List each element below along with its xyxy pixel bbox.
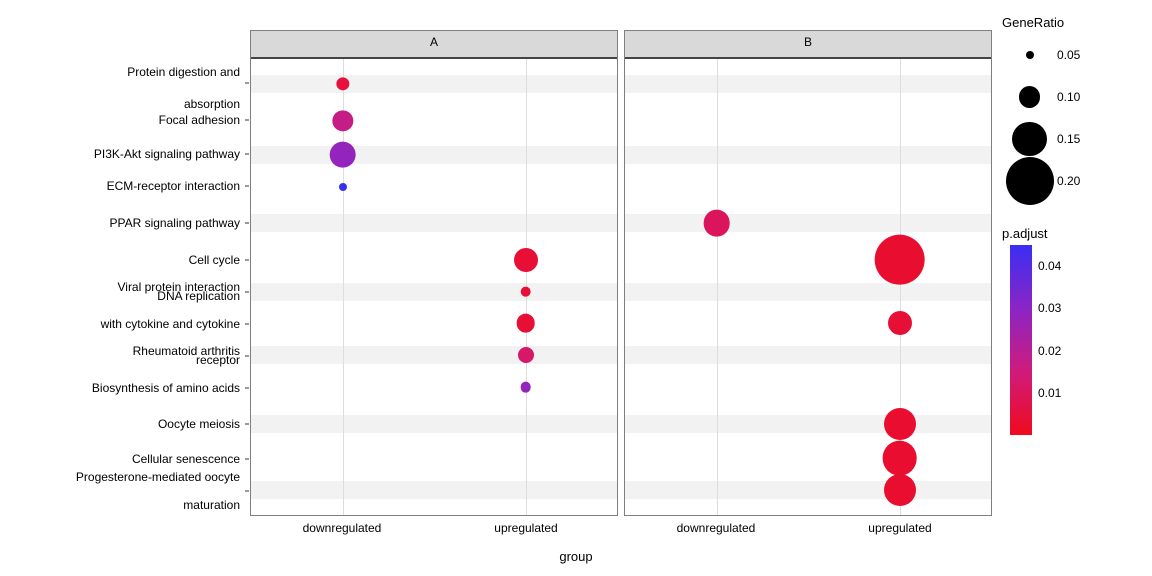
- colorbar: [1010, 245, 1032, 435]
- color-legend-tick: 0.01: [1038, 386, 1061, 400]
- size-legend-title: GeneRatio: [1002, 15, 1142, 30]
- facet-A: A: [250, 30, 618, 516]
- size-legend-row: 0.10: [1002, 78, 1142, 116]
- color-legend-tick: 0.04: [1038, 259, 1061, 273]
- data-point: [520, 286, 531, 297]
- color-legend-tick: 0.02: [1038, 344, 1061, 358]
- x-axis-labels: downregulated upregulated downregulated upr…: [250, 521, 992, 541]
- plot-area: AB: [250, 30, 992, 516]
- x-axis-label: upregulated: [868, 521, 931, 535]
- y-axis-labels: Protein digestion and absorption Focal adh…: [0, 30, 245, 516]
- facet-body: [251, 59, 617, 515]
- size-legend-row: 0.15: [1002, 120, 1142, 158]
- data-point: [332, 110, 353, 131]
- data-point: [882, 441, 917, 476]
- circle-icon: [1026, 51, 1034, 59]
- data-point: [888, 311, 912, 335]
- y-axis-label: Cellular senescence: [0, 453, 240, 465]
- y-axis-label: receptor: [0, 354, 240, 366]
- y-axis-label: Biosynthesis of amino acids: [0, 382, 240, 394]
- data-point: [518, 347, 534, 363]
- size-legend-row: 0.05: [1002, 36, 1142, 74]
- circle-icon: [1012, 122, 1047, 157]
- facet-B: B: [624, 30, 992, 516]
- y-axis-label: Viral protein interaction: [0, 281, 240, 293]
- data-point: [703, 210, 730, 237]
- y-axis-label: Oocyte meiosis: [0, 418, 240, 430]
- circle-icon: [1019, 86, 1040, 107]
- facet-strip: A: [251, 31, 617, 59]
- data-point: [874, 234, 925, 285]
- size-legend-label: 0.05: [1057, 48, 1080, 62]
- data-point: [339, 183, 347, 191]
- y-axis-label: DNA replication: [0, 290, 240, 302]
- x-axis-label: downregulated: [303, 521, 382, 535]
- x-axis-label: upregulated: [494, 521, 557, 535]
- data-point: [514, 248, 538, 272]
- y-axis-label: absorption: [0, 98, 240, 110]
- y-axis-label: Progesterone-mediated oocyte: [0, 471, 240, 483]
- data-point: [884, 474, 916, 506]
- size-legend: GeneRatio 0.05 0.10 0.15 0.20: [1002, 15, 1142, 200]
- y-axis-label: with cytokine and cytokine: [0, 318, 240, 330]
- y-axis-label: maturation: [0, 499, 240, 511]
- y-axis-label: PPAR signaling pathway: [0, 217, 240, 229]
- y-axis-label: Rheumatoid arthritis: [0, 345, 240, 357]
- facet-strip: B: [625, 31, 991, 59]
- x-axis-label: downregulated: [677, 521, 756, 535]
- y-axis-label: ECM-receptor interaction: [0, 180, 240, 192]
- data-point: [516, 314, 535, 333]
- x-axis-title: group: [559, 549, 592, 564]
- size-legend-label: 0.15: [1057, 132, 1080, 146]
- y-axis-label: Focal adhesion: [0, 114, 240, 126]
- color-legend: p.adjust 0.04 0.03 0.02 0.01: [1002, 226, 1142, 435]
- chart-container: Protein digestion and absorption Focal adh…: [0, 0, 1152, 576]
- color-legend-tick: 0.03: [1038, 301, 1061, 315]
- data-point: [884, 408, 916, 440]
- legend-container: GeneRatio 0.05 0.10 0.15 0.20 p.adjust 0.04…: [1002, 15, 1142, 435]
- facet-body: [625, 59, 991, 515]
- color-legend-title: p.adjust: [1002, 226, 1142, 241]
- size-legend-label: 0.20: [1057, 174, 1080, 188]
- data-point: [329, 141, 356, 168]
- y-axis-label: Protein digestion and: [0, 66, 240, 78]
- y-axis-label: PI3K-Akt signaling pathway: [0, 148, 240, 160]
- circle-icon: [1006, 157, 1054, 205]
- size-legend-row: 0.20: [1002, 162, 1142, 200]
- y-axis-label: Cell cycle: [0, 254, 240, 266]
- data-point: [520, 382, 531, 393]
- facet-row: AB: [250, 30, 992, 516]
- size-legend-label: 0.10: [1057, 90, 1080, 104]
